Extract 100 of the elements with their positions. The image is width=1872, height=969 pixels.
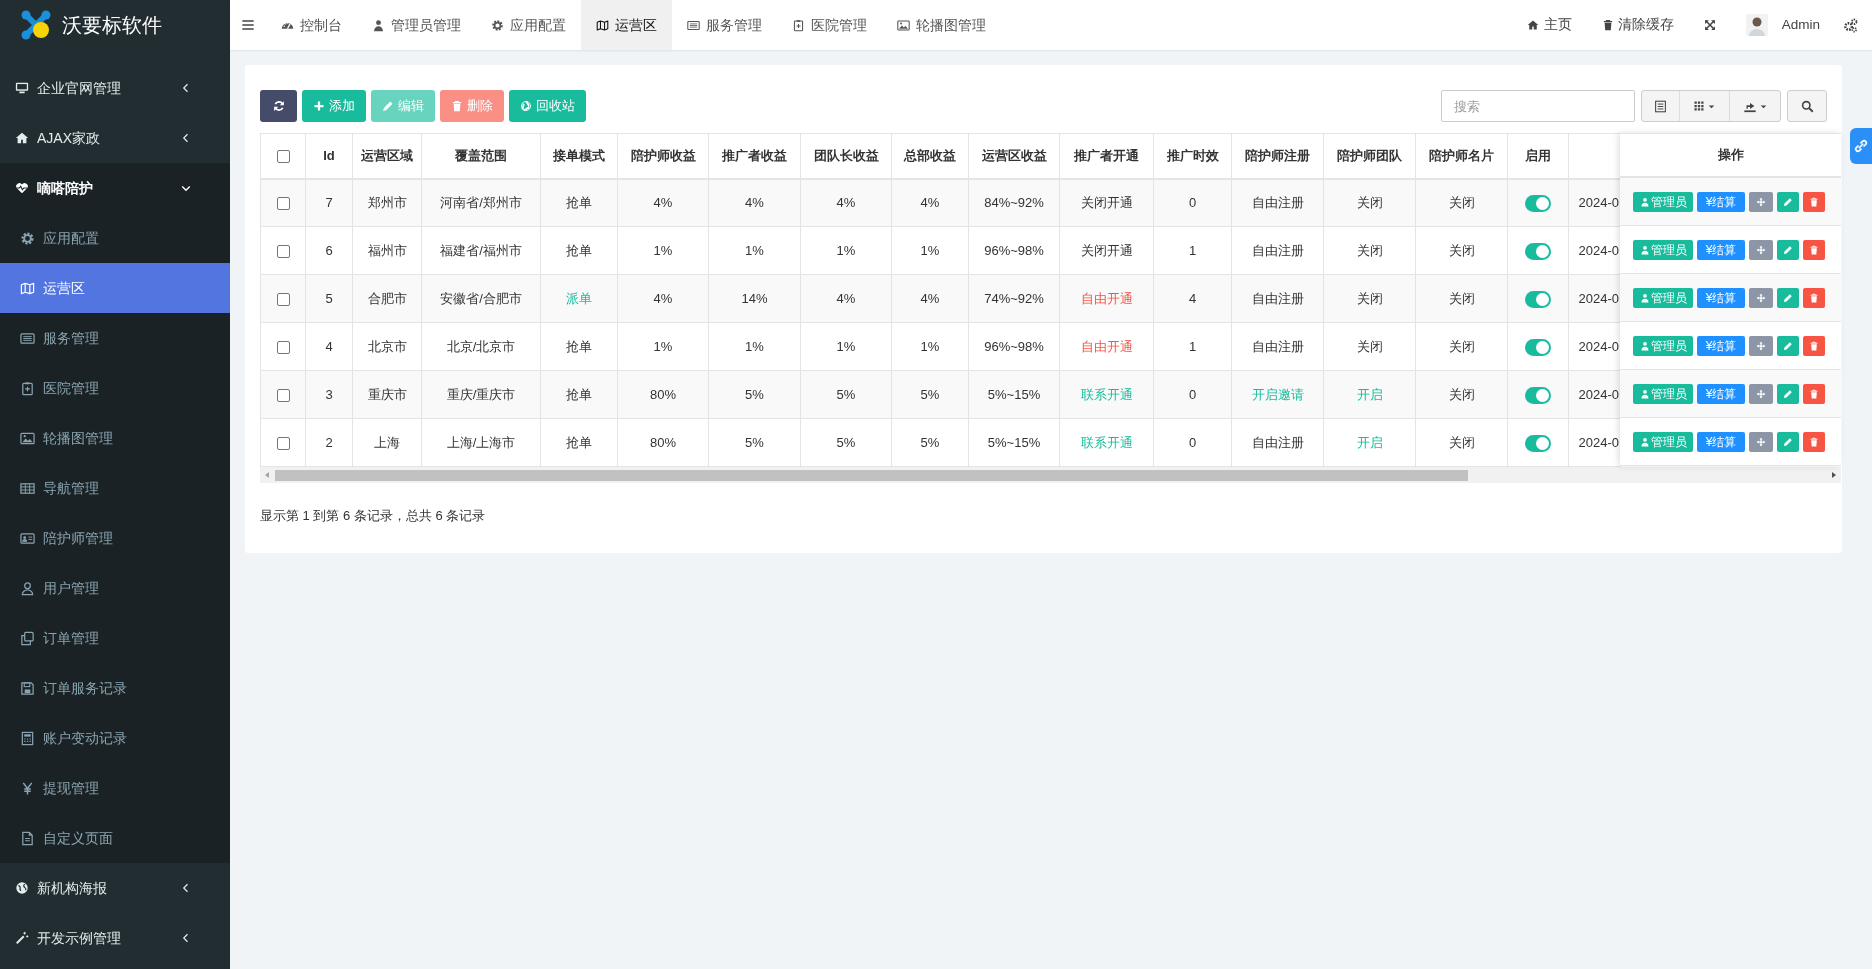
table-cell: 关闭 [1415, 226, 1508, 275]
sidebar-menu-item[interactable]: 新机构海报 [0, 863, 230, 913]
user-icon [1639, 388, 1650, 399]
move-icon [1756, 196, 1766, 207]
search-field[interactable]: 搜索 [1441, 90, 1635, 122]
drag-button[interactable] [1749, 239, 1773, 260]
checkbox[interactable] [276, 340, 290, 354]
nav-tab[interactable]: 医院管理 [777, 0, 882, 50]
table-cell: 关闭 [1415, 274, 1508, 323]
edit-button[interactable] [1777, 287, 1799, 308]
drag-button[interactable] [1749, 335, 1773, 356]
table-cell: 自由开通 [1059, 322, 1154, 371]
edit-button[interactable] [1777, 335, 1799, 356]
toggle-switch[interactable] [1525, 386, 1551, 404]
table-cell: 0 [1153, 178, 1232, 227]
sidebar-submenu-item[interactable]: 服务管理 [0, 313, 230, 363]
sidebar-submenu-item[interactable]: 运营区 [0, 263, 230, 313]
toggle-switch[interactable] [1525, 242, 1551, 260]
nav-tab[interactable]: 服务管理 [672, 0, 777, 50]
table-cell: 5% [800, 370, 892, 419]
table-cell: 4% [800, 274, 892, 323]
checkbox[interactable] [276, 292, 290, 306]
edit-button[interactable] [1777, 431, 1799, 452]
checkbox[interactable] [276, 150, 290, 164]
trash-icon [1601, 19, 1614, 31]
move-icon [1756, 292, 1766, 303]
drag-button[interactable] [1749, 431, 1773, 452]
delete-button[interactable] [1803, 191, 1825, 212]
move-icon [1756, 340, 1766, 351]
delete-button[interactable] [1803, 431, 1825, 452]
home-link[interactable]: 主页 [1511, 0, 1587, 50]
edit-button[interactable] [1777, 191, 1799, 212]
nav-tab[interactable]: 运营区 [581, 0, 672, 50]
nav-tab[interactable]: 控制台 [266, 0, 357, 50]
refresh-icon [272, 100, 285, 112]
heart-pulse-icon [15, 181, 29, 195]
drag-button[interactable] [1749, 383, 1773, 404]
delete-button[interactable] [1803, 239, 1825, 260]
sidebar-menu-item[interactable]: 开发示例管理 [0, 913, 230, 963]
sidebar-submenu-item[interactable]: 订单服务记录 [0, 663, 230, 713]
table-cell: 1% [800, 226, 892, 275]
edit-button[interactable] [1777, 383, 1799, 404]
drag-button[interactable] [1749, 287, 1773, 308]
file-icon [20, 830, 35, 846]
user-menu[interactable]: Admin [1730, 0, 1835, 50]
table-cell: 4% [891, 178, 969, 227]
refresh-button[interactable] [260, 90, 297, 122]
table-cell: 5% [708, 370, 801, 419]
user-icon [372, 18, 385, 32]
table-cell: 河南省/郑州市 [421, 178, 541, 227]
delete-button[interactable] [1803, 335, 1825, 356]
table-cell: 0 [1153, 370, 1232, 419]
delete-button[interactable] [1803, 383, 1825, 404]
grid-icon [1693, 100, 1705, 112]
table-cell: 80% [617, 418, 709, 467]
sidebar-submenu-item[interactable]: 账户变动记录 [0, 713, 230, 763]
sidebar-submenu-item[interactable]: 导航管理 [0, 463, 230, 513]
sidebar-submenu-item[interactable]: 提现管理 [0, 763, 230, 813]
toggle-switch[interactable] [1525, 195, 1551, 213]
sidebar-menu-item[interactable]: 嘀嗒陪护 [0, 163, 230, 213]
sidebar-submenu-item[interactable]: 陪护师管理 [0, 513, 230, 563]
checkbox[interactable] [276, 197, 290, 211]
table-cell: 5%~15% [968, 418, 1060, 467]
column-header: 启用 [1507, 133, 1569, 179]
sidebar-submenu-item[interactable]: 应用配置 [0, 213, 230, 263]
table-cell: 合肥市 [352, 274, 422, 323]
edit-button[interactable] [1777, 239, 1799, 260]
table-cell: 联系开通 [1059, 370, 1154, 419]
sidebar-menu-item[interactable]: AJAX家政 [0, 113, 230, 163]
sidebar-submenu-item[interactable]: 自定义页面 [0, 813, 230, 863]
nav-tab[interactable]: 轮播图管理 [882, 0, 1001, 50]
link-icon[interactable] [1850, 128, 1872, 164]
toggle-switch[interactable] [1525, 338, 1551, 356]
nav-tab[interactable]: 管理员管理 [357, 0, 476, 50]
table-cell: 福建省/福州市 [421, 226, 541, 275]
table-cell: 上海/上海市 [421, 418, 541, 467]
sidebar-menu-item[interactable]: 企业官网管理 [0, 63, 230, 113]
toggle-switch[interactable] [1525, 434, 1551, 452]
delete-button[interactable] [1803, 287, 1825, 308]
sidebar-submenu-item[interactable]: 订单管理 [0, 613, 230, 663]
table-cell: 3 [305, 370, 353, 419]
table-cell: 重庆市 [352, 370, 422, 419]
search-button[interactable] [1787, 90, 1827, 122]
table-cell: 派单 [540, 274, 618, 323]
clear-cache-link[interactable]: 清除缓存 [1586, 0, 1689, 50]
sidebar-submenu-item[interactable]: 轮播图管理 [0, 413, 230, 463]
checkbox[interactable] [276, 244, 290, 258]
sidebar-submenu-item[interactable]: 医院管理 [0, 363, 230, 413]
sidebar-submenu-item[interactable]: 用户管理 [0, 563, 230, 613]
drag-button[interactable] [1749, 191, 1773, 212]
horizontal-scrollbar[interactable] [260, 467, 1841, 483]
table-cell: 安徽省/合肥市 [421, 274, 541, 323]
table-cell: 4% [708, 178, 801, 227]
toggle-switch[interactable] [1525, 290, 1551, 308]
checkbox[interactable] [276, 436, 290, 450]
checkbox[interactable] [276, 388, 290, 402]
trash-icon [1809, 196, 1819, 207]
table-cell: 1% [617, 322, 709, 371]
nav-tab[interactable]: 应用配置 [476, 0, 581, 50]
list-card-icon [687, 18, 700, 32]
